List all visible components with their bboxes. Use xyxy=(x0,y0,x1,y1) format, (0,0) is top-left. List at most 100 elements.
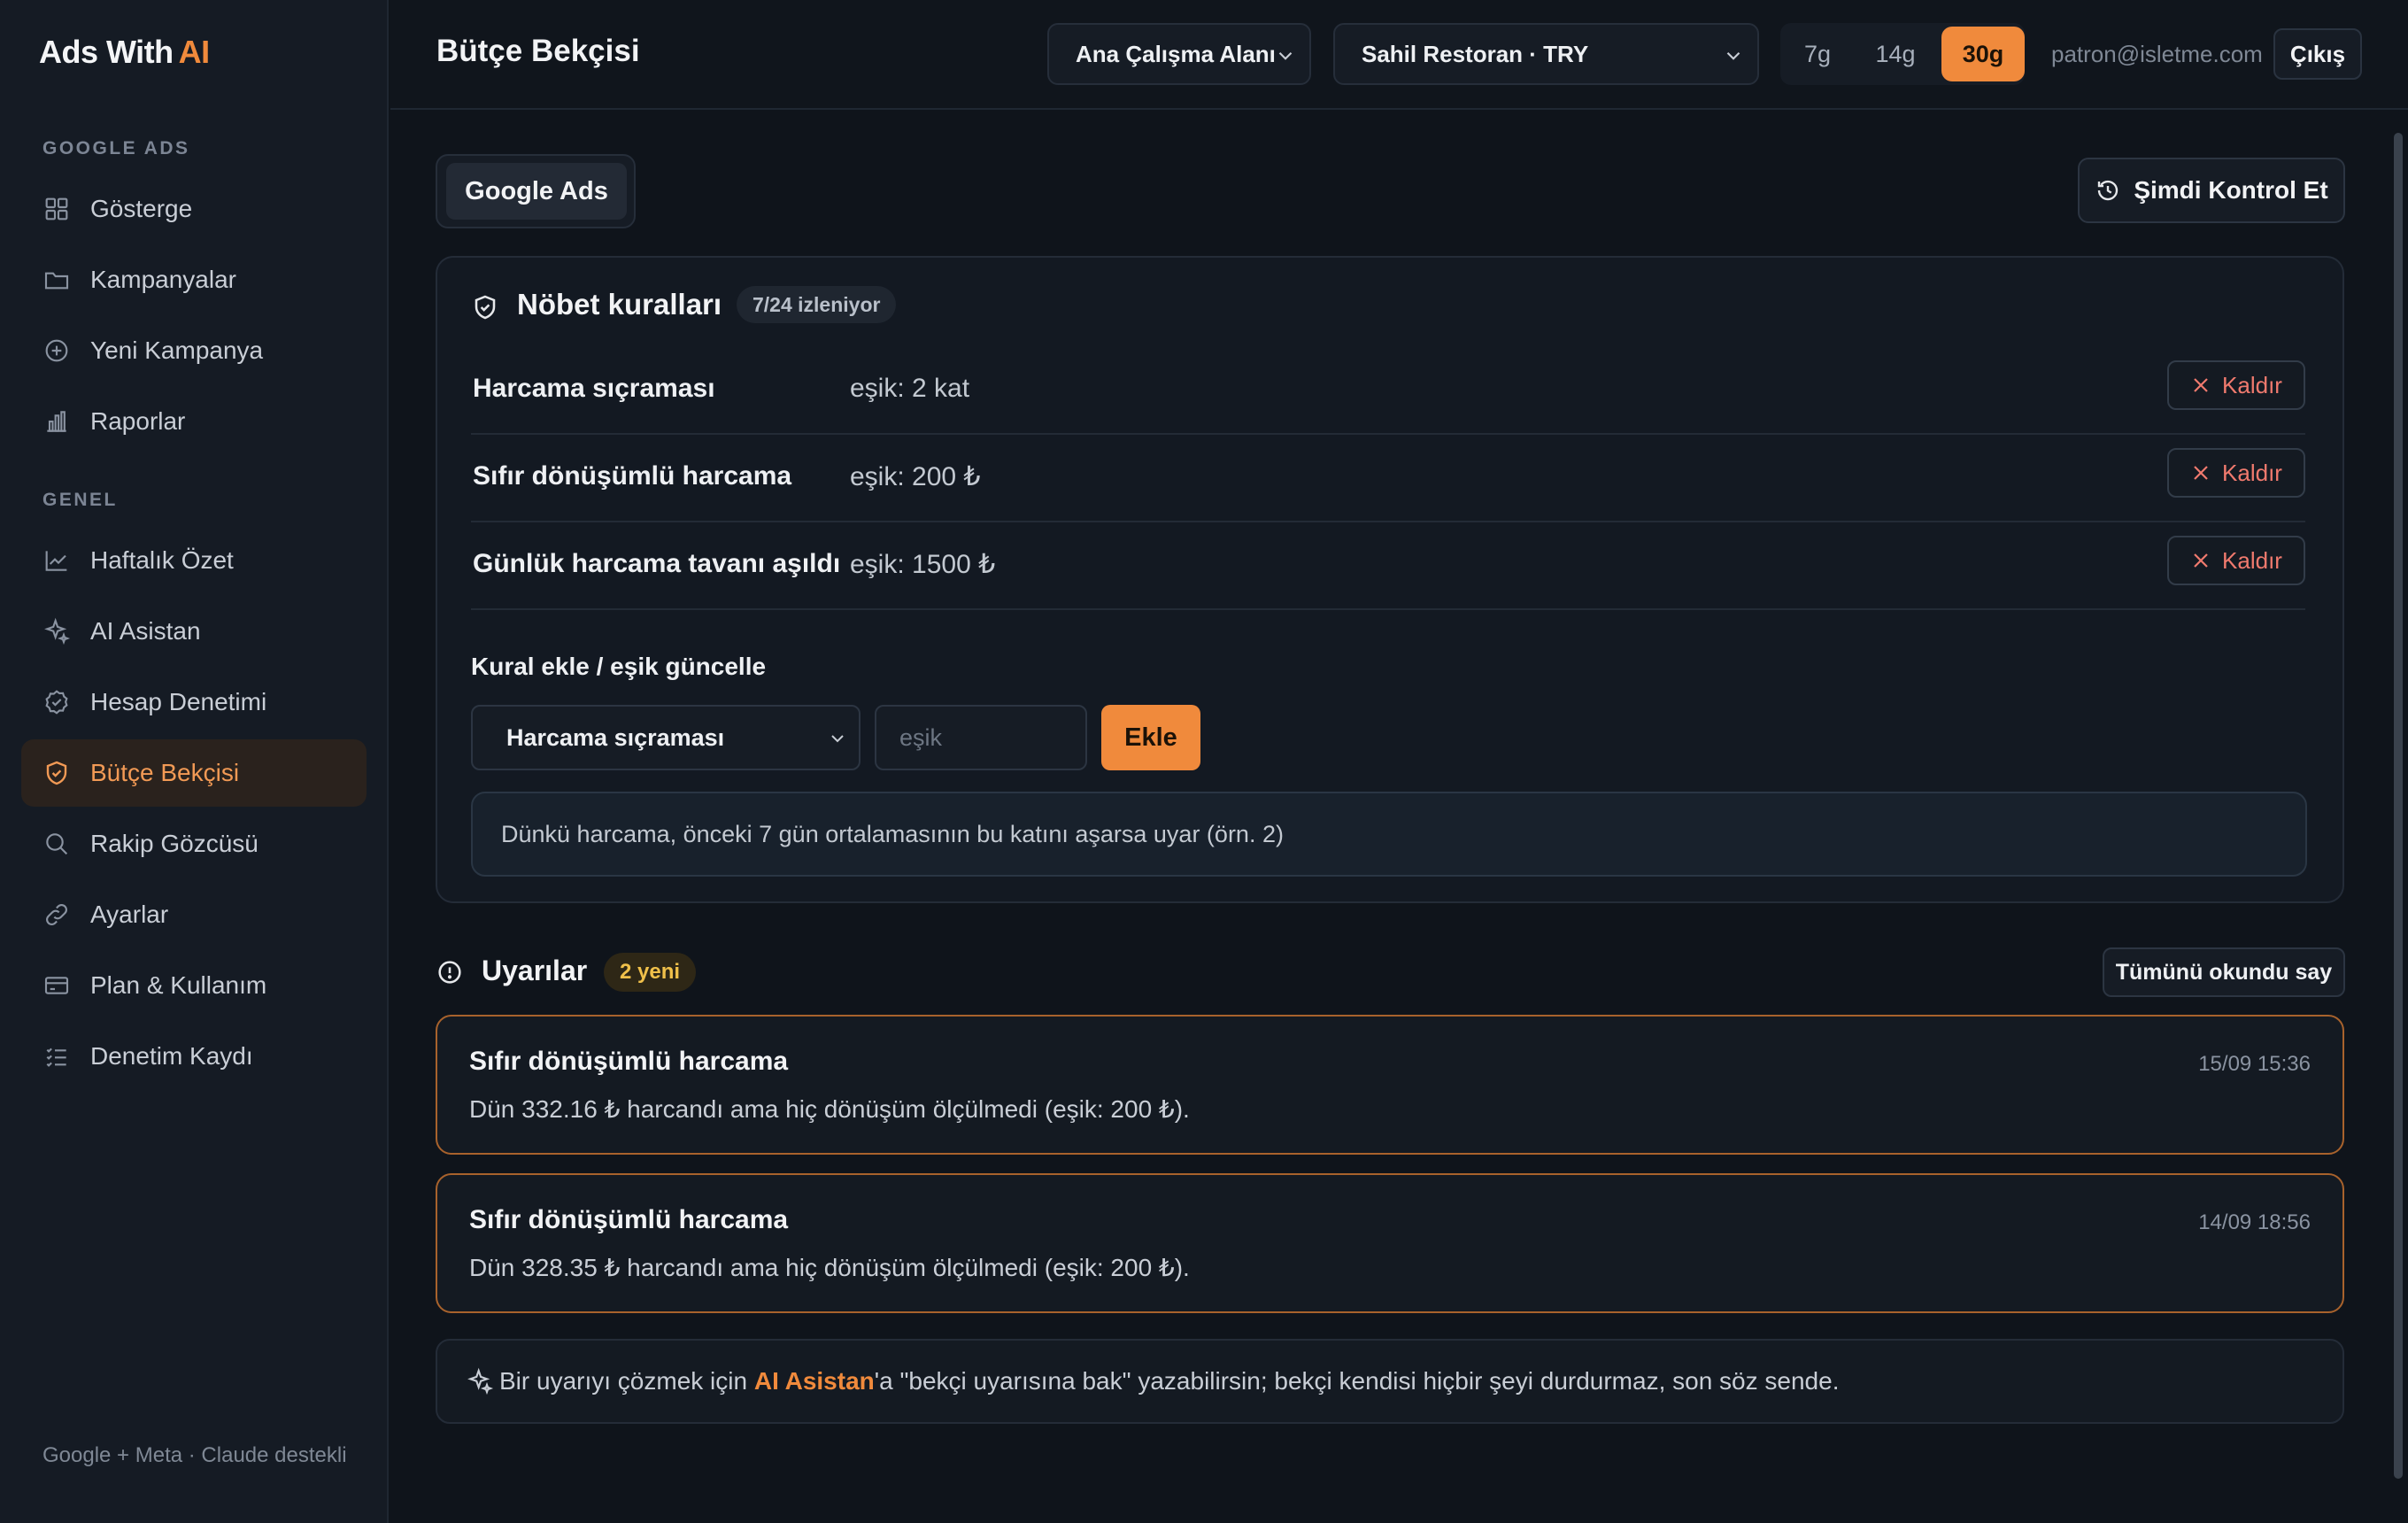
chevron-down-icon xyxy=(827,728,848,749)
sidebar-item-label: Kampanyalar xyxy=(90,266,236,293)
check-now-button[interactable]: Şimdi Kontrol Et xyxy=(2078,158,2345,223)
page-title: Bütçe Bekçisi xyxy=(436,34,640,68)
close-icon xyxy=(2190,462,2211,483)
sidebar-item-label: Rakip Gözcüsü xyxy=(90,830,259,857)
alerts-title: Uyarılar xyxy=(482,955,588,986)
new-alerts-badge: 2 yeni xyxy=(604,953,697,992)
sidebar-item-label: Hesap Denetimi xyxy=(90,688,267,715)
add-rule-title: Kural ekle / eşik güncelle xyxy=(471,653,767,680)
sidebar-item-raporlar[interactable]: Raporlar xyxy=(21,388,367,455)
rule-type-select-value: Harcama sıçraması xyxy=(506,723,725,751)
alert-body: Dün 328.35 ₺ harcandı ama hiç dönüşüm öl… xyxy=(469,1254,1190,1281)
badge-check-icon xyxy=(42,688,71,716)
alert-card[interactable]: Sıfır dönüşümlü harcama 15/09 15:36 Dün … xyxy=(436,1015,2344,1155)
sidebar-item-yeni-kampanya[interactable]: Yeni Kampanya xyxy=(21,317,367,384)
tip-text-after: 'a "bekçi uyarısına bak" yazabilirsin; b… xyxy=(874,1367,1840,1395)
close-icon xyxy=(2190,550,2211,571)
rule-threshold: eşik: 2 kat xyxy=(850,374,970,403)
sidebar-item-denetim-kaydi[interactable]: Denetim Kaydı xyxy=(21,1023,367,1090)
close-icon xyxy=(2190,375,2211,396)
brand-logo[interactable]: Ads With AI xyxy=(39,34,210,71)
alert-title: Sıfır dönüşümlü harcama xyxy=(469,1047,789,1076)
rule-row: Günlük harcama tavanı aşıldı eşik: 1500 … xyxy=(471,522,2305,610)
shield-check-icon xyxy=(42,759,71,787)
range-30g-button[interactable]: 30g xyxy=(1941,27,2025,81)
sidebar-item-label: AI Asistan xyxy=(90,617,201,645)
sidebar-item-label: Bütçe Bekçisi xyxy=(90,759,240,786)
link-icon xyxy=(42,901,71,929)
shield-check-icon xyxy=(471,293,499,321)
history-icon xyxy=(2095,177,2121,204)
remove-rule-button[interactable]: Kaldır xyxy=(2167,536,2305,585)
rule-row: Sıfır dönüşümlü harcama eşik: 200 ₺ Kald… xyxy=(471,435,2305,522)
sidebar-item-butce-bekcisi[interactable]: Bütçe Bekçisi xyxy=(21,739,367,807)
check-now-label: Şimdi Kontrol Et xyxy=(2134,176,2328,204)
guard-rules-card: Nöbet kuralları 7/24 izleniyor Harcama s… xyxy=(436,256,2344,903)
range-7g-button[interactable]: 7g xyxy=(1780,23,1855,85)
assistant-tip: Bir uyarıyı çözmek için AI Asistan'a "be… xyxy=(436,1339,2344,1424)
sidebar-item-haftalik-ozet[interactable]: Haftalık Özet xyxy=(21,527,367,594)
remove-label: Kaldır xyxy=(2222,371,2282,398)
rule-hint: Dünkü harcama, önceki 7 gün ortalamasını… xyxy=(471,792,2307,877)
sparkle-icon xyxy=(466,1367,494,1395)
alert-circle-icon xyxy=(436,958,464,986)
sidebar-item-label: Ayarlar xyxy=(90,901,169,928)
rule-row: Harcama sıçraması eşik: 2 kat Kaldır xyxy=(471,347,2305,435)
plus-circle-icon xyxy=(42,336,71,365)
sidebar-footer: Google + Meta · Claude destekli xyxy=(42,1443,347,1467)
sidebar: Ads With AI GOOGLE ADS Gösterge Kampanyal… xyxy=(0,0,389,1523)
mark-all-read-button[interactable]: Tümünü okundu say xyxy=(2103,947,2345,997)
scrollbar[interactable] xyxy=(2394,133,2403,1479)
alert-card[interactable]: Sıfır dönüşümlü harcama 14/09 18:56 Dün … xyxy=(436,1173,2344,1313)
sidebar-item-ayarlar[interactable]: Ayarlar xyxy=(21,881,367,948)
range-14g-button[interactable]: 14g xyxy=(1855,23,1936,85)
workspace-select-value: Ana Çalışma Alanı xyxy=(1076,40,1276,67)
rule-name: Günlük harcama tavanı aşıldı xyxy=(473,549,841,578)
account-select-value: Sahil Restoran · TRY xyxy=(1362,40,1589,67)
account-select[interactable]: Sahil Restoran · TRY xyxy=(1333,23,1759,85)
brand-name: Ads With xyxy=(39,34,174,70)
line-chart-icon xyxy=(42,546,71,575)
rule-threshold: eşik: 200 ₺ xyxy=(850,462,981,491)
sidebar-item-ai-asistan[interactable]: AI Asistan xyxy=(21,598,367,665)
remove-label: Kaldır xyxy=(2222,459,2282,486)
threshold-input[interactable] xyxy=(875,705,1087,770)
tab-google-ads[interactable]: Google Ads xyxy=(446,163,627,220)
tip-text-before: Bir uyarıyı çözmek için xyxy=(499,1367,754,1395)
sidebar-item-label: Raporlar xyxy=(90,407,186,435)
rule-name: Sıfır dönüşümlü harcama xyxy=(473,461,792,491)
user-email: patron@isletme.com xyxy=(2051,41,2263,67)
sidebar-item-plan-kullanim[interactable]: Plan & Kullanım xyxy=(21,952,367,1019)
monitoring-badge: 7/24 izleniyor xyxy=(737,286,897,323)
chevron-down-icon xyxy=(1722,44,1745,67)
platform-tabs: Google Ads xyxy=(436,154,636,228)
alert-body: Dün 332.16 ₺ harcandı ama hiç dönüşüm öl… xyxy=(469,1095,1190,1123)
workspace-select[interactable]: Ana Çalışma Alanı xyxy=(1047,23,1311,85)
remove-rule-button[interactable]: Kaldır xyxy=(2167,448,2305,498)
folder-icon xyxy=(42,266,71,294)
rule-type-select[interactable]: Harcama sıçraması xyxy=(471,705,861,770)
bar-chart-icon xyxy=(42,407,71,436)
add-rule-button[interactable]: Ekle xyxy=(1101,705,1200,770)
brand-highlight: AI xyxy=(178,34,211,70)
remove-rule-button[interactable]: Kaldır xyxy=(2167,360,2305,410)
logout-button[interactable]: Çıkış xyxy=(2273,28,2362,80)
rule-threshold: eşik: 1500 ₺ xyxy=(850,550,996,579)
sidebar-item-gosterge[interactable]: Gösterge xyxy=(21,175,367,243)
sidebar-item-rakip-gozcusu[interactable]: Rakip Gözcüsü xyxy=(21,810,367,877)
rule-name: Harcama sıçraması xyxy=(473,374,715,403)
sidebar-item-label: Plan & Kullanım xyxy=(90,971,267,999)
sidebar-item-label: Gösterge xyxy=(90,195,193,222)
alert-timestamp: 14/09 18:56 xyxy=(2198,1210,2311,1234)
section-label-genel: GENEL xyxy=(42,490,118,510)
sidebar-item-hesap-denetimi[interactable]: Hesap Denetimi xyxy=(21,669,367,736)
list-check-icon xyxy=(42,1042,71,1071)
ai-assistant-link[interactable]: AI Asistan xyxy=(754,1367,875,1395)
sidebar-item-label: Haftalık Özet xyxy=(90,546,234,574)
chevron-down-icon xyxy=(1274,44,1297,67)
sidebar-item-label: Denetim Kaydı xyxy=(90,1042,253,1070)
sidebar-item-kampanyalar[interactable]: Kampanyalar xyxy=(21,246,367,313)
sparkle-icon xyxy=(42,617,71,646)
sidebar-item-label: Yeni Kampanya xyxy=(90,336,264,364)
remove-label: Kaldır xyxy=(2222,546,2282,574)
